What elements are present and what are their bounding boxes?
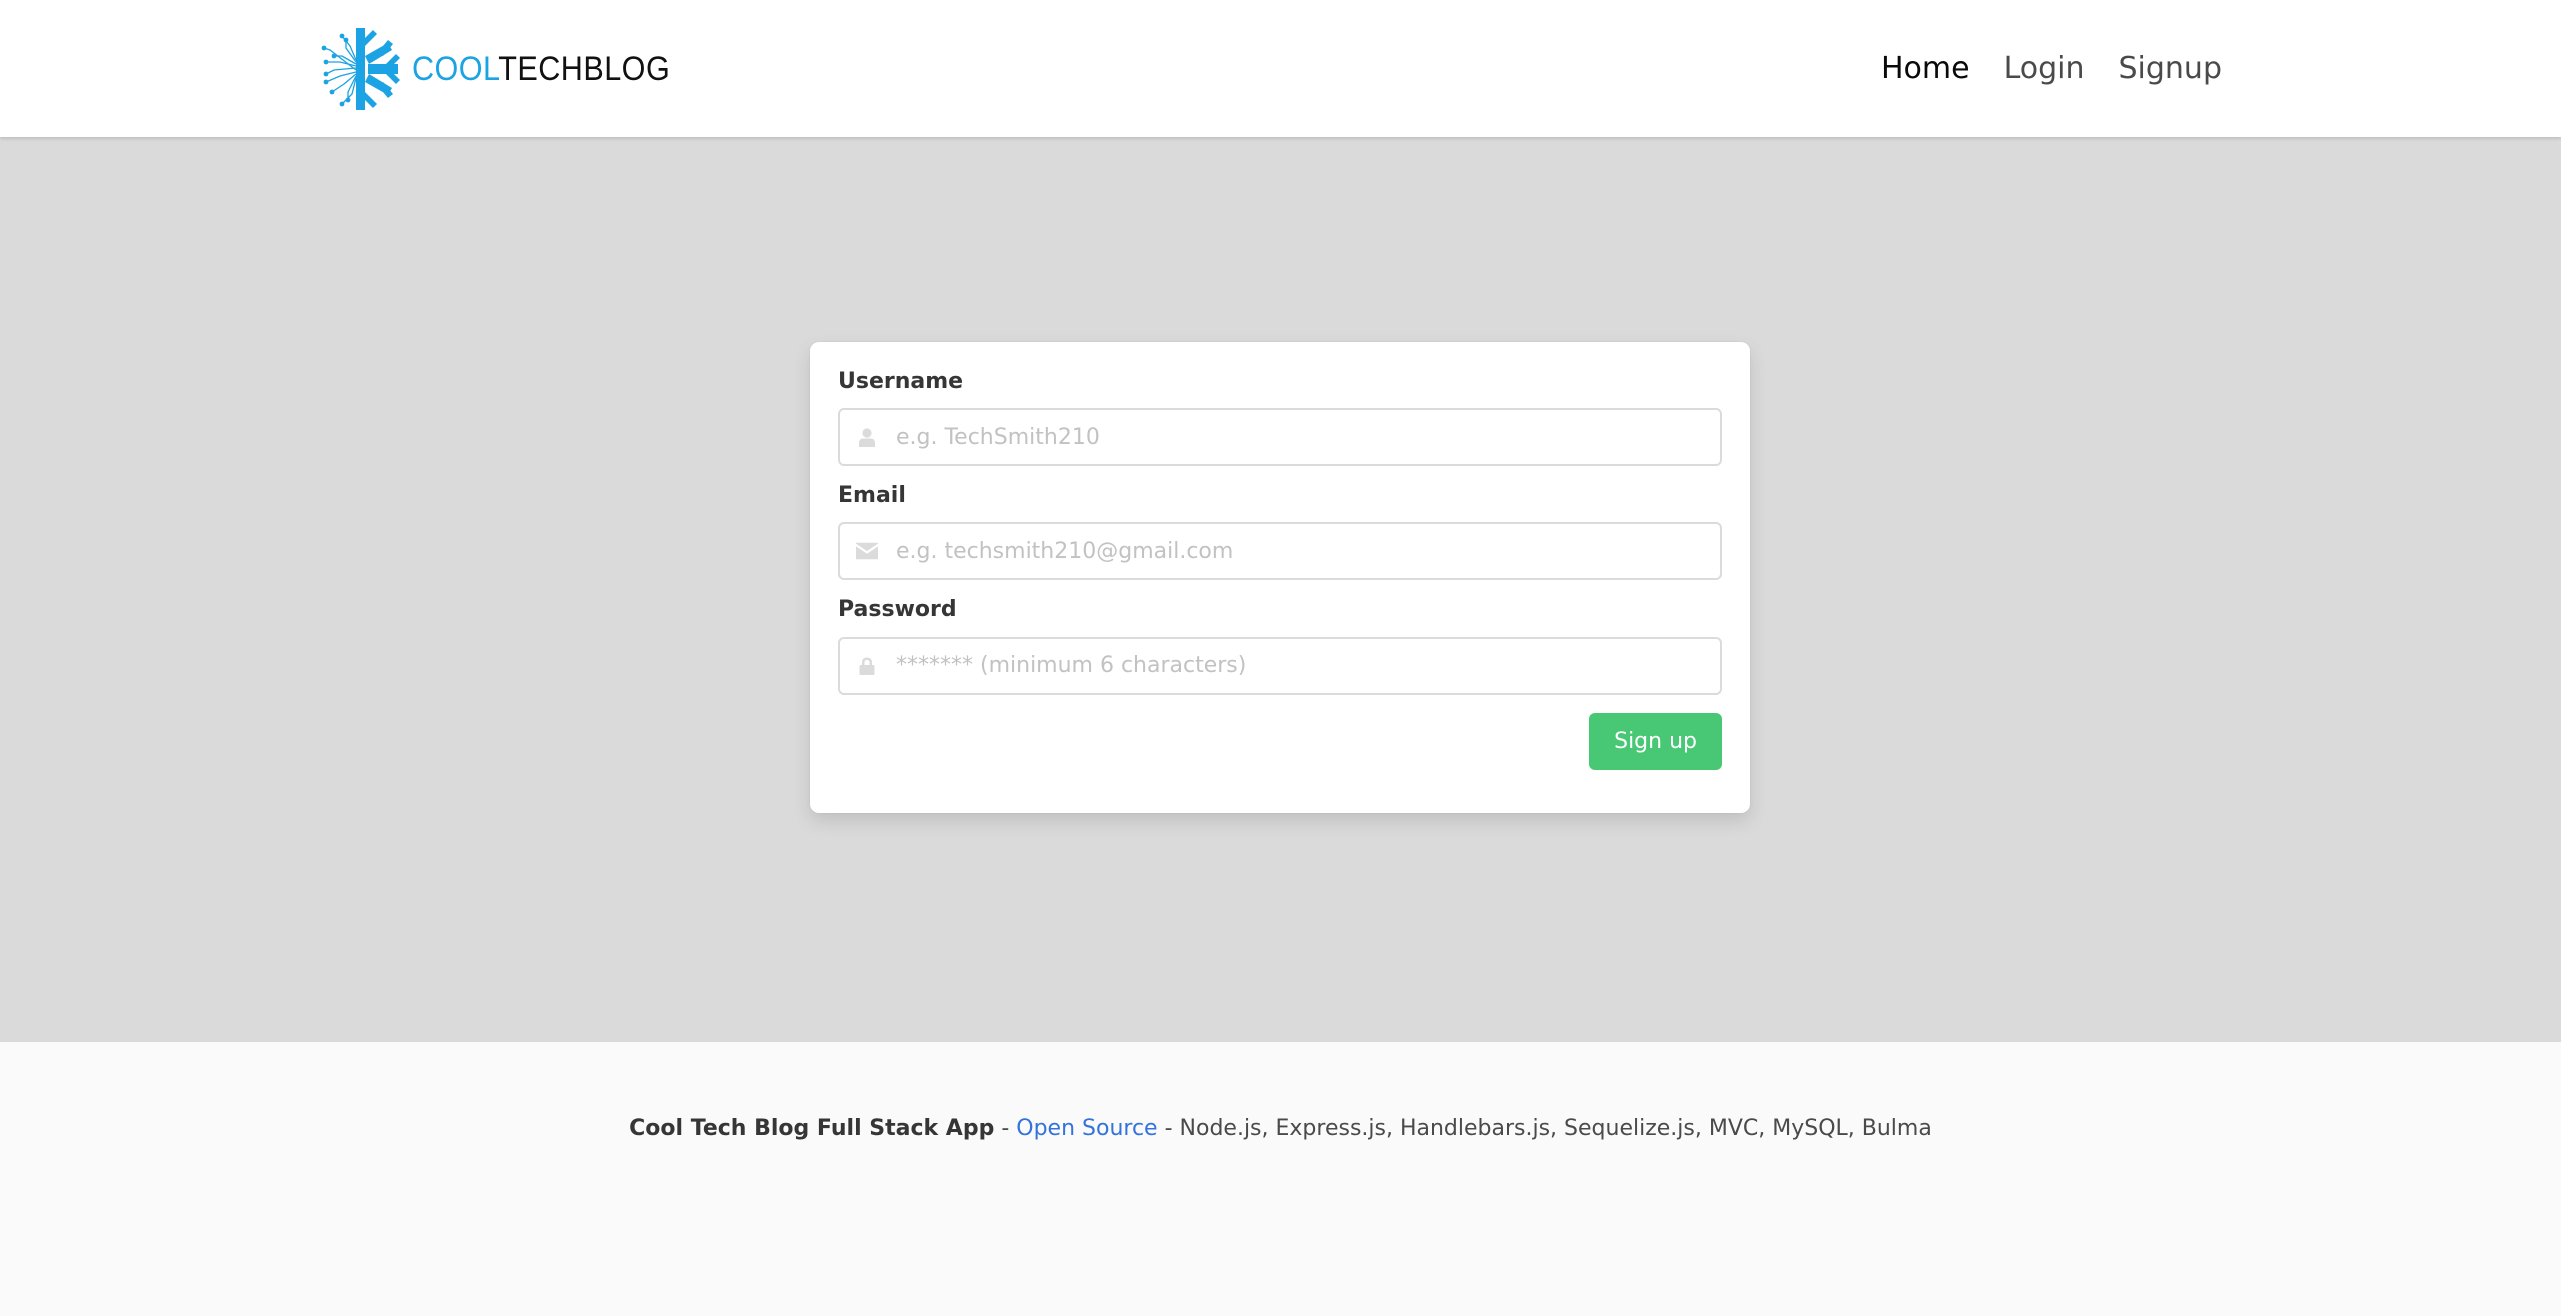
footer-separator: - [1157,1116,1180,1141]
brand-name-cool: COOL [412,49,499,88]
brand-name: COOLTECHBLOG [412,50,670,89]
email-control [838,522,1722,581]
password-label: Password [838,597,957,623]
nav-menu: Home Login Signup [1864,0,2239,137]
password-input[interactable] [838,636,1722,695]
password-field: Password [838,597,1722,695]
form-actions: Sign up [838,712,1722,770]
nav-item-signup[interactable]: Signup [2102,51,2240,86]
brand-logo-link[interactable]: COOLTECHBLOG [320,26,699,112]
nav-item-login[interactable]: Login [1987,51,2102,86]
footer-app-name: Cool Tech Blog Full Stack App [629,1116,995,1141]
footer-text: Cool Tech Blog Full Stack App - Open Sou… [0,1116,2561,1141]
envelope-icon [856,522,878,580]
email-field: Email [838,483,1722,581]
user-icon [856,408,878,466]
username-label: Username [838,369,964,394]
password-control [838,636,1722,695]
lock-icon [856,637,878,695]
email-input[interactable] [838,522,1722,581]
navbar: COOLTECHBLOG Home Login Signup [0,0,2561,137]
nav-item-home[interactable]: Home [1864,51,1987,86]
username-control [838,408,1722,467]
signup-form: Username Email [810,342,1750,813]
footer: Cool Tech Blog Full Stack App - Open Sou… [0,1042,2561,1316]
username-input[interactable] [838,408,1722,467]
signup-button[interactable]: Sign up [1589,712,1722,770]
footer-tech-list: Node.js, Express.js, Handlebars.js, Sequ… [1179,1116,1932,1141]
username-field: Username [838,369,1722,467]
snowflake-circuit-icon [321,28,400,110]
open-source-link[interactable]: Open Source [1016,1116,1157,1141]
main-section: Username Email [0,137,2561,1042]
email-label: Email [838,483,906,509]
footer-separator: - [994,1116,1017,1141]
brand-name-techblog: TECHBLOG [498,49,671,88]
